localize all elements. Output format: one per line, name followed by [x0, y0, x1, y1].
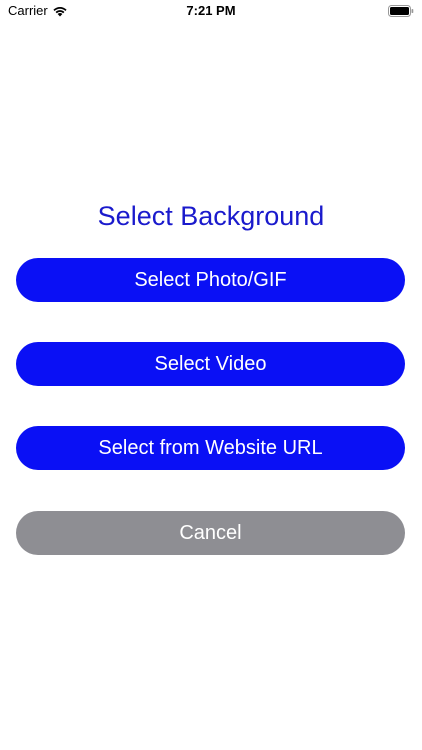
select-website-url-button[interactable]: Select from Website URL — [16, 426, 405, 470]
select-photo-gif-button[interactable]: Select Photo/GIF — [16, 258, 405, 302]
cancel-button[interactable]: Cancel — [16, 511, 405, 555]
battery-icon — [388, 5, 414, 17]
status-bar: Carrier 7:21 PM — [0, 0, 422, 24]
status-time: 7:21 PM — [186, 3, 236, 18]
page-title: Select Background — [97, 201, 325, 231]
select-video-button[interactable]: Select Video — [16, 342, 405, 386]
